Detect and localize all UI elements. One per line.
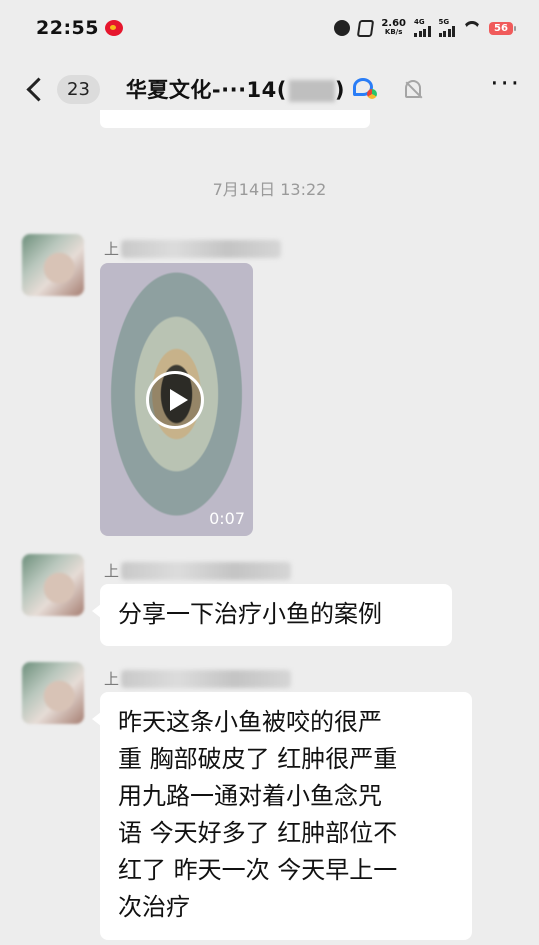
chat-title[interactable]: 华夏文化-···14()	[126, 74, 345, 104]
chat-timestamp: 7月14日 13:22	[212, 180, 327, 199]
redacted-sender-name	[121, 239, 282, 258]
network-speed: 2.60 KB/s	[381, 19, 406, 37]
mute-icon	[357, 19, 375, 37]
search-chat-icon[interactable]	[353, 78, 379, 100]
redacted-sender-name	[121, 669, 292, 688]
message-line: 红了 昨天一次 今天早上一	[118, 856, 398, 884]
back-icon[interactable]	[26, 76, 51, 102]
sender-name: 上	[104, 238, 282, 259]
previous-message-bubble[interactable]	[100, 110, 370, 128]
avatar[interactable]	[22, 554, 84, 616]
sender-name-prefix: 上	[104, 562, 120, 580]
message-line: 次治疗	[118, 893, 190, 921]
signal-icon	[438, 26, 455, 37]
sender-name: 上	[104, 560, 292, 581]
chat-title-suffix: )	[334, 78, 345, 102]
alarm-icon	[334, 20, 351, 36]
signal-5g: 5G	[438, 18, 455, 37]
unread-count-badge[interactable]: 23	[57, 74, 100, 104]
message-line: 昨天这条小鱼被咬的很严	[118, 708, 382, 736]
message-line: 语 今天好多了 红肿部位不	[118, 819, 398, 847]
status-time: 22:55	[36, 17, 99, 39]
message-bubble[interactable]: 昨天这条小鱼被咬的很严 重 胸部破皮了 红肿很严重 用九路一通对着小鱼念咒 语 …	[92, 692, 472, 940]
play-icon[interactable]	[146, 371, 204, 429]
signal-4g-label: 4G	[414, 18, 425, 26]
signal-5g-label: 5G	[438, 18, 450, 26]
avatar[interactable]	[22, 662, 84, 724]
weibo-icon	[104, 20, 123, 36]
bell-off-icon	[405, 80, 421, 98]
sender-name: 上	[104, 668, 292, 689]
status-left: 22:55	[36, 17, 123, 39]
avatar[interactable]	[22, 234, 84, 296]
redacted-sender-name	[121, 561, 292, 580]
battery-icon: 56	[489, 21, 516, 35]
redacted-title	[288, 80, 335, 102]
message-bubble[interactable]: 分享一下治疗小鱼的案例	[92, 584, 452, 646]
signal-4g: 4G	[414, 19, 431, 37]
video-duration: 0:07	[209, 509, 245, 528]
sender-name-prefix: 上	[104, 670, 120, 688]
chat-title-text: 华夏文化-···14(	[125, 78, 287, 102]
video-message[interactable]: 0:07	[100, 263, 253, 536]
network-speed-unit: KB/s	[384, 28, 403, 36]
wifi-icon	[463, 21, 481, 35]
message-line: 重 胸部破皮了 红肿很严重	[118, 745, 398, 773]
message-text: 分享一下治疗小鱼的案例	[118, 600, 382, 628]
more-icon[interactable]: ···	[490, 71, 521, 99]
network-speed-value: 2.60	[381, 18, 406, 29]
status-bar: 22:55 2.60 KB/s 4G 5G 56	[0, 0, 539, 56]
signal-icon	[414, 26, 431, 37]
sender-name-prefix: 上	[104, 240, 120, 258]
message-line: 用九路一通对着小鱼念咒	[118, 782, 382, 810]
status-right: 2.60 KB/s 4G 5G 56	[334, 18, 516, 37]
